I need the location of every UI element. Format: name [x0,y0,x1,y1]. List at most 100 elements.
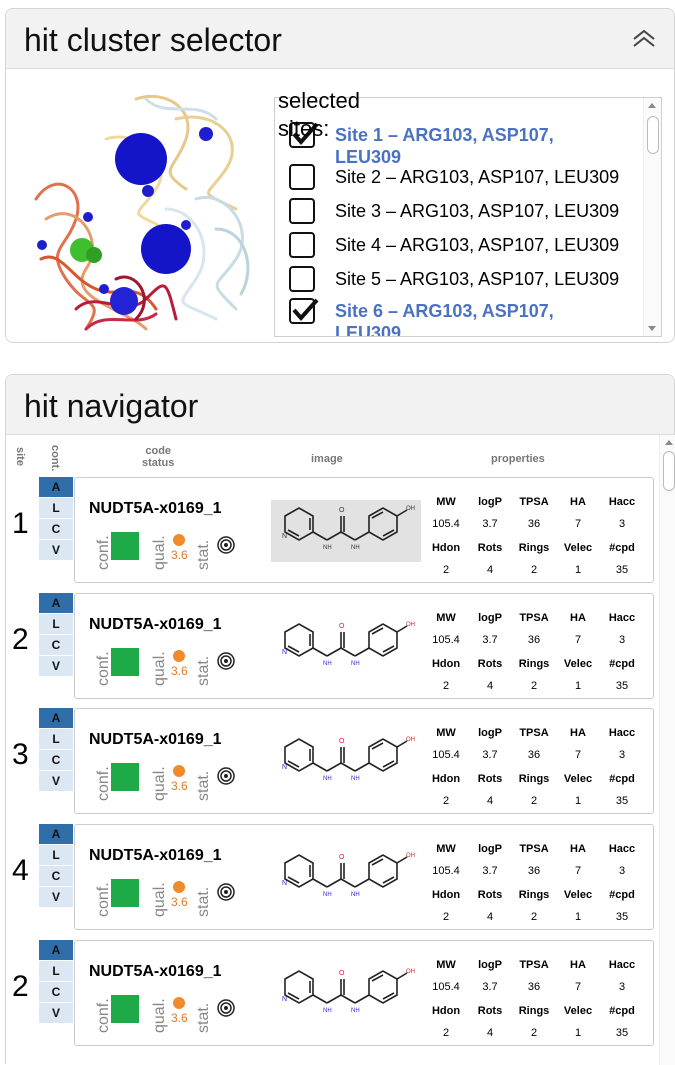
svg-text:N: N [282,533,287,540]
molecule-structure-svg: N NH NH O OH [282,737,415,782]
contrib-v-button[interactable]: V [39,540,73,560]
confidence-indicator[interactable] [111,879,139,907]
contrib-l-button[interactable]: L [39,845,73,865]
status-target-icon[interactable] [217,767,235,790]
hit-card[interactable]: NUDT5A-x0169_1 conf. qual. 3.6 stat. N NH NH O OH… [74,940,654,1046]
hit-code[interactable]: NUDT5A-x0169_1 [89,963,222,981]
molecule-image[interactable]: N NH NH O OH [271,731,421,793]
contrib-a-button[interactable]: A [39,708,73,728]
contrib-a-button[interactable]: A [39,824,73,844]
prop-value: 3.7 [482,634,498,646]
scrollbar-thumb[interactable] [647,116,659,154]
molecule-image[interactable]: N NH NH O OH [271,500,421,562]
hit-navigator-header[interactable]: hit navigator [6,375,674,435]
svg-text:NH: NH [351,661,360,667]
hit-site-number: 4 [12,854,29,887]
prop-value: 105.4 [432,981,460,993]
contrib-a-button[interactable]: A [39,477,73,497]
contrib-v-button[interactable]: V [39,887,73,907]
navigator-scrollbar[interactable] [659,435,675,1065]
status-target-icon[interactable] [217,536,235,559]
contrib-l-button[interactable]: L [39,729,73,749]
contrib-c-button[interactable]: C [39,982,73,1002]
scrollbar-thumb[interactable] [663,451,675,491]
status-target-icon[interactable] [217,652,235,675]
site-2-checkbox[interactable] [289,164,315,190]
prop-header: Hdon [431,658,461,670]
molecule-image[interactable]: N NH NH O OH [271,847,421,909]
hit-row[interactable]: 2 A L C V NUDT5A-x0169_1 conf. qual. 3.6 stat. N NH… [6,593,656,703]
status-target-icon[interactable] [217,883,235,906]
status-target-icon[interactable] [217,999,235,1022]
prop-value: 35 [615,795,629,807]
hit-code[interactable]: NUDT5A-x0169_1 [89,847,222,865]
contrib-c-button[interactable]: C [39,635,73,655]
site-row-6[interactable]: Site 6 – ARG103, ASP107, LEU309 [289,294,639,336]
site-5-checkbox[interactable] [289,266,315,292]
hit-card[interactable]: NUDT5A-x0169_1 conf. qual. 3.6 stat. N NH NH O OH… [74,708,654,814]
stat-label: stat. [195,1002,212,1033]
contrib-a-button[interactable]: A [39,940,73,960]
hit-code[interactable]: NUDT5A-x0169_1 [89,616,222,634]
prop-value-row: 105.4 3.7 36 7 3 [425,634,650,648]
site-6-checkbox[interactable] [289,298,319,324]
prop-value: 1 [574,564,582,576]
contribution-buttons: ALCV [39,824,73,908]
confidence-indicator[interactable] [111,763,139,791]
prop-header: Hacc [608,496,636,508]
scroll-up-arrow-icon[interactable] [665,440,673,445]
contrib-l-button[interactable]: L [39,498,73,518]
hit-site-number: 1 [12,507,29,540]
prop-value: 2 [442,795,450,807]
prop-header: MW [436,727,456,739]
confidence-indicator[interactable] [111,648,139,676]
contrib-a-button[interactable]: A [39,593,73,613]
protein-structure-image[interactable] [16,79,271,344]
site-3-checkbox[interactable] [289,198,315,224]
hit-code[interactable]: NUDT5A-x0169_1 [89,731,222,749]
site-row-2[interactable]: Site 2 – ARG103, ASP107, LEU309 [289,160,639,194]
site-4-checkbox[interactable] [289,232,315,258]
confidence-indicator[interactable] [111,995,139,1023]
cluster-selector-header[interactable]: hit cluster selector [6,9,674,69]
hit-card[interactable]: NUDT5A-x0169_1 conf. qual. 3.6 stat. N NH NH O OH… [74,824,654,930]
contrib-v-button[interactable]: V [39,771,73,791]
confidence-indicator[interactable] [111,532,139,560]
contrib-v-button[interactable]: V [39,1003,73,1023]
prop-header: HA [570,843,586,855]
scroll-up-arrow-icon[interactable] [648,103,656,108]
contrib-l-button[interactable]: L [39,614,73,634]
molecule-image[interactable]: N NH NH O OH [271,963,421,1025]
contribution-buttons: ALCV [39,940,73,1024]
collapse-chevron-icon[interactable] [630,27,658,51]
hit-row[interactable]: 1 A L C V NUDT5A-x0169_1 conf. qual. 3.6 stat. N NH… [6,477,656,587]
prop-value: 3.7 [482,865,498,877]
site-row-5[interactable]: Site 5 – ARG103, ASP107, LEU309 [289,262,639,296]
site-2-label: Site 2 – ARG103, ASP107, LEU309 [335,167,620,187]
contrib-c-button[interactable]: C [39,519,73,539]
hit-card[interactable]: NUDT5A-x0169_1 conf. qual. 3.6 stat. N NH NH O OH… [74,593,654,699]
prop-value: 4 [486,1027,494,1039]
hit-row[interactable]: 4 A L C V NUDT5A-x0169_1 conf. qual. 3.6 stat. N NH… [6,824,656,934]
scroll-down-arrow-icon[interactable] [648,326,656,331]
hit-row[interactable]: 3 A L C V NUDT5A-x0169_1 conf. qual. 3.6 stat. N NH… [6,708,656,818]
contrib-c-button[interactable]: C [39,750,73,770]
quality-dot-icon [173,881,185,893]
contrib-l-button[interactable]: L [39,961,73,981]
prop-header: Rots [477,889,503,901]
qual-label: qual. [151,651,168,686]
prop-header-row: MW logP TPSA HA Hacc [425,727,650,741]
hit-row[interactable]: 2 A L C V NUDT5A-x0169_1 conf. qual. 3.6 stat. N NH… [6,940,656,1050]
hit-code[interactable]: NUDT5A-x0169_1 [89,500,222,518]
site-row-3[interactable]: Site 3 – ARG103, ASP107, LEU309 [289,194,639,228]
site-list-scrollbar[interactable] [643,98,661,336]
svg-text:N: N [282,764,287,771]
site-row-4[interactable]: Site 4 – ARG103, ASP107, LEU309 [289,228,639,262]
hit-card[interactable]: NUDT5A-x0169_1 conf. qual. 3.6 stat. N NH NH O OH… [74,477,654,583]
prop-header: Hdon [431,542,461,554]
contrib-v-button[interactable]: V [39,656,73,676]
molecule-image[interactable]: N NH NH O OH [271,616,421,678]
contrib-c-button[interactable]: C [39,866,73,886]
prop-value: 3 [618,865,626,877]
prop-header: logP [478,959,502,971]
